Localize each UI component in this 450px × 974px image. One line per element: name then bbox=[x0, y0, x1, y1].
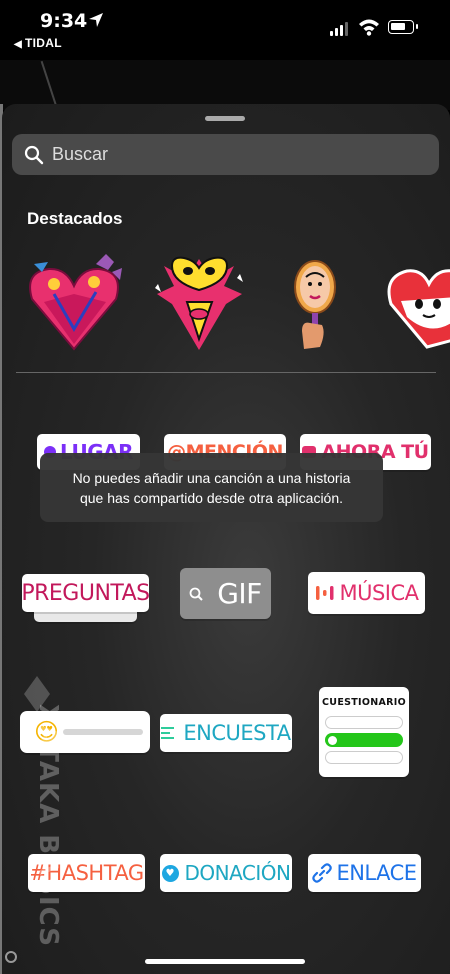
cellular-signal-icon bbox=[330, 22, 348, 36]
gif-sticker[interactable]: GIF bbox=[180, 568, 271, 619]
heart-character-sticker[interactable] bbox=[387, 259, 450, 349]
watermark-text: XATAKA BASICS bbox=[33, 704, 63, 947]
drag-handle[interactable] bbox=[205, 116, 245, 121]
poll-sticker-label: ENCUESTA bbox=[183, 721, 291, 745]
heart-flowers-sticker[interactable] bbox=[24, 254, 124, 354]
battery-icon bbox=[388, 20, 418, 34]
home-indicator[interactable] bbox=[145, 959, 305, 964]
location-arrow-icon bbox=[89, 13, 103, 27]
watermark: XATAKA BASICS bbox=[24, 674, 68, 954]
sticker-tray: Buscar Destacados LUGAR @MENCIÓN AHORA T… bbox=[2, 104, 450, 974]
heart-face-sticker[interactable] bbox=[152, 254, 247, 354]
edge-marker bbox=[5, 951, 17, 963]
back-triangle-icon: ◀ bbox=[14, 39, 22, 50]
music-bars-icon bbox=[316, 586, 334, 600]
quiz-option-1 bbox=[325, 716, 403, 729]
background-content bbox=[0, 60, 450, 110]
heart-coin-icon: ♥ bbox=[161, 864, 179, 882]
toast-line-2: que has compartido desde otra aplicación… bbox=[79, 489, 344, 506]
slider-track bbox=[63, 729, 144, 735]
donation-sticker-label: DONACIÓN bbox=[184, 861, 292, 885]
status-bar: 9:34 ◀ TIDAL bbox=[0, 0, 450, 60]
featured-row bbox=[2, 254, 450, 354]
featured-title: Destacados bbox=[27, 209, 123, 228]
quiz-sticker[interactable]: CUESTIONARIO bbox=[319, 687, 409, 777]
search-input[interactable]: Buscar bbox=[12, 134, 439, 175]
quiz-option-2 bbox=[325, 733, 403, 747]
back-to-app-link[interactable]: ◀ TIDAL bbox=[14, 36, 62, 50]
check-icon bbox=[328, 735, 337, 745]
link-icon bbox=[312, 863, 333, 883]
wifi-icon bbox=[359, 19, 379, 36]
music-sticker[interactable]: MÚSICA bbox=[308, 572, 425, 614]
poll-lines-icon bbox=[161, 727, 175, 739]
questions-sticker-label: PREGUNTAS bbox=[21, 580, 150, 606]
gif-sticker-label: GIF bbox=[217, 577, 262, 610]
link-sticker[interactable]: ENLACE bbox=[308, 854, 421, 892]
quiz-option-3 bbox=[325, 751, 403, 764]
back-app-label: TIDAL bbox=[25, 36, 62, 50]
search-icon bbox=[189, 587, 203, 601]
toast-line-1: No puedes añadir una canción a una histo… bbox=[72, 469, 351, 486]
poll-sticker[interactable]: ENCUESTA bbox=[160, 714, 292, 752]
hand-mirror-sticker[interactable] bbox=[290, 259, 340, 354]
music-sticker-label: MÚSICA bbox=[339, 581, 419, 605]
quiz-sticker-label: CUESTIONARIO bbox=[322, 697, 406, 708]
link-sticker-label: ENLACE bbox=[336, 861, 417, 885]
error-toast: No puedes añadir una canción a una histo… bbox=[40, 453, 383, 522]
section-divider bbox=[16, 372, 436, 373]
search-icon bbox=[24, 145, 44, 164]
donation-sticker[interactable]: ♥ DONACIÓN bbox=[160, 854, 292, 892]
search-placeholder: Buscar bbox=[52, 144, 109, 164]
status-time: 9:34 bbox=[40, 10, 88, 32]
questions-sticker[interactable]: PREGUNTAS bbox=[21, 574, 150, 612]
